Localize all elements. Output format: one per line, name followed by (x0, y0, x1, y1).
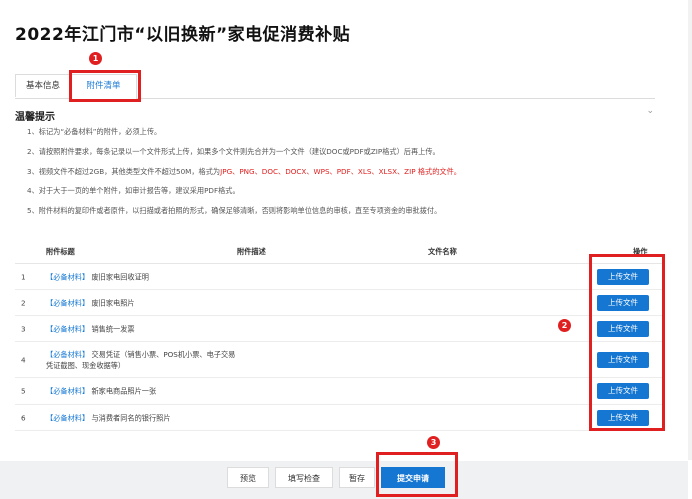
table-row: 6 【必备材料】 与消费者同名的银行照片 上传文件 (15, 405, 662, 431)
table-header: 附件标题 附件描述 文件名称 操作 (15, 243, 662, 264)
row-title: 【必备材料】 交易凭证（销售小票、POS机小票、电子交易 凭证截图、现金收据等） (46, 349, 236, 370)
annotation-badge-2: 2 (558, 319, 571, 332)
attachment-table: 附件标题 附件描述 文件名称 操作 1 【必备材料】 废旧家电回收证明 上传文件… (15, 243, 662, 431)
table-row: 1 【必备材料】 废旧家电回收证明 上传文件 (15, 264, 662, 290)
row-title: 【必备材料】 废旧家电照片 (46, 298, 135, 307)
tip-item-1: 1、标记为“必备材料”的附件，必须上传。 (27, 127, 162, 136)
row-index: 4 (21, 355, 26, 364)
tips-title: 温馨提示 (15, 112, 55, 123)
row-index: 2 (21, 298, 26, 307)
tip-item-2: 2、请按照附件要求，每条记录以一个文件形式上传，如果多个文件则先合并为一个文件（… (27, 147, 440, 156)
annotation-box-2 (589, 254, 665, 431)
row-title: 【必备材料】 新家电商品照片一张 (46, 386, 157, 396)
row-title: 【必备材料】 与消费者同名的银行照片 (46, 413, 171, 422)
tab-basic-info[interactable]: 基本信息 (15, 74, 71, 97)
annotation-badge-1: 1 (89, 52, 102, 65)
table-row: 4 【必备材料】 交易凭证（销售小票、POS机小票、电子交易 凭证截图、现金收据等… (15, 342, 662, 378)
row-index: 6 (21, 413, 26, 422)
table-row: 2 【必备材料】 废旧家电照片 上传文件 (15, 290, 662, 316)
footer-bar: 预览 填写检查 暂存 提交申请 (0, 461, 688, 499)
preview-button[interactable]: 预览 (227, 467, 269, 488)
row-index: 5 (21, 386, 26, 396)
table-row: 5 【必备材料】 新家电商品照片一张 上传文件 (15, 378, 662, 405)
row-index: 1 (21, 272, 26, 281)
tip-item-5: 5、附件材料的复印件或者原件，以扫描或者拍照的形式，确保足够清晰，否则将影响单位… (27, 206, 442, 215)
page-scrollbar[interactable] (688, 0, 692, 460)
chevron-down-icon[interactable]: ⌄ (646, 106, 654, 116)
row-title: 【必备材料】 销售统一发票 (46, 324, 135, 333)
tip-item-4: 4、对于大于一页的单个附件，如审计报告等，建议采用PDF格式。 (27, 186, 240, 195)
page-title: 2022年江门市“以旧换新”家电促消费补贴 (15, 25, 351, 45)
header-title: 附件标题 (46, 247, 75, 256)
annotation-box-3 (376, 452, 458, 497)
tip-item-3: 3、视频文件不超过2GB，其他类型文件不超过50M，格式为JPG、PNG、DOC… (27, 167, 461, 176)
save-draft-button[interactable]: 暂存 (339, 467, 375, 488)
header-desc: 附件描述 (237, 247, 266, 256)
row-title: 【必备材料】 废旧家电回收证明 (46, 272, 149, 281)
header-filename: 文件名称 (428, 247, 457, 256)
annotation-badge-3: 3 (427, 436, 440, 449)
form-check-button[interactable]: 填写检查 (275, 467, 333, 488)
row-index: 3 (21, 324, 26, 333)
annotation-box-1 (69, 70, 141, 102)
